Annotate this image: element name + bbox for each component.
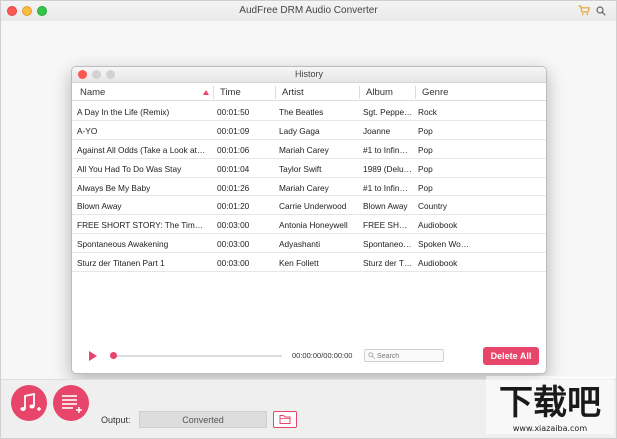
cell-name: Spontaneous Awakening <box>77 239 169 250</box>
music-note-plus-icon <box>20 392 41 411</box>
cell-genre: Spoken Wo… <box>418 239 470 250</box>
cart-icon[interactable] <box>578 5 590 16</box>
table-row[interactable]: A-YO 00:01:09 Lady Gaga Joanne Pop <box>72 121 546 140</box>
cell-genre: Pop <box>418 125 433 136</box>
cell-genre: Pop <box>418 182 433 193</box>
column-header-artist[interactable]: Artist <box>282 87 304 98</box>
title-bar: AudFree DRM Audio Converter <box>1 1 616 21</box>
cell-album: Spontaneo… <box>363 239 412 250</box>
cell-artist: Antonia Honeywell <box>279 220 348 231</box>
cell-artist: The Beatles <box>279 107 324 117</box>
cell-name: Always Be My Baby <box>77 182 151 193</box>
cell-name: A-YO <box>77 125 98 136</box>
cell-genre: Pop <box>418 144 433 155</box>
time-readout: 00:00:00/00:00:00 <box>292 351 353 360</box>
cell-artist: Carrie Underwood <box>279 201 347 212</box>
player-bar: 00:00:00/00:00:00 Delete All <box>72 339 546 373</box>
folder-icon <box>279 415 291 424</box>
table-row[interactable]: Sturz der Titanen Part 1 00:03:00 Ken Fo… <box>72 253 546 273</box>
cell-name: Sturz der Titanen Part 1 <box>77 258 165 269</box>
search-icon <box>368 352 375 359</box>
cell-artist: Mariah Carey <box>279 182 329 193</box>
table-row[interactable]: All You Had To Do Was Stay 00:01:04 Tayl… <box>72 159 546 178</box>
cell-time: 00:03:00 <box>217 220 250 231</box>
table-row[interactable]: A Day In the Life (Remix) 00:01:50 The B… <box>72 102 546 121</box>
play-button[interactable] <box>89 351 97 361</box>
cell-time: 00:03:00 <box>217 239 250 250</box>
cell-artist: Ken Follett <box>279 258 319 269</box>
cell-genre: Audiobook <box>418 258 458 269</box>
cell-genre: Audiobook <box>418 220 458 231</box>
history-title-bar: History <box>72 67 546 83</box>
add-music-button[interactable] <box>11 385 47 421</box>
column-header-time[interactable]: Time <box>220 87 241 98</box>
svg-text:www.xiazaiba.com: www.xiazaiba.com <box>513 424 587 433</box>
cell-time: 00:03:00 <box>217 258 250 269</box>
cell-artist: Mariah Carey <box>279 144 329 155</box>
progress-knob[interactable] <box>110 352 117 359</box>
cell-album: Blown Away <box>363 201 408 212</box>
svg-text:下载吧: 下载吧 <box>499 383 601 423</box>
cell-genre: Country <box>418 201 448 212</box>
add-playlist-button[interactable] <box>53 385 89 421</box>
history-table-body: A Day In the Life (Remix) 00:01:50 The B… <box>72 102 546 273</box>
cell-name: FREE SHORT STORY: The Time B… <box>77 220 207 231</box>
list-plus-icon <box>62 395 82 413</box>
table-header: Name Time Artist Album Genre <box>72 84 546 101</box>
search-icon[interactable] <box>596 6 606 16</box>
cell-name: A Day In the Life (Remix) <box>77 107 170 117</box>
cell-artist: Taylor Swift <box>279 163 322 174</box>
column-header-name[interactable]: Name <box>80 87 105 98</box>
cell-album: Joanne <box>363 125 391 136</box>
table-row[interactable]: Against All Odds (Take a Look at … 00:01… <box>72 140 546 159</box>
cell-time: 00:01:26 <box>217 182 250 193</box>
cell-artist: Lady Gaga <box>279 125 320 136</box>
table-row[interactable]: Blown Away 00:01:20 Carrie Underwood Blo… <box>72 196 546 216</box>
cell-album: Sturz der T… <box>363 258 413 269</box>
history-title: History <box>294 69 323 79</box>
cell-album: FREE SHO… <box>363 220 413 231</box>
watermark-logo: 下载吧 www.xiazaiba.com <box>486 376 614 434</box>
cell-time: 00:01:09 <box>217 125 250 136</box>
history-dialog: History Name Time Artist Album Genre A D… <box>71 66 547 374</box>
column-header-album[interactable]: Album <box>366 87 393 98</box>
cell-genre: Rock <box>418 107 437 117</box>
cell-album: #1 to Infin… <box>363 182 408 193</box>
cell-time: 00:01:20 <box>217 201 250 212</box>
cell-name: All You Had To Do Was Stay <box>77 163 182 174</box>
cell-time: 00:01:04 <box>217 163 250 174</box>
cell-name: Blown Away <box>77 201 122 212</box>
cell-time: 00:01:50 <box>217 107 250 117</box>
cell-genre: Pop <box>418 163 433 174</box>
delete-all-button[interactable]: Delete All <box>483 347 539 365</box>
progress-track[interactable] <box>112 355 282 357</box>
column-header-genre[interactable]: Genre <box>422 87 448 98</box>
main-window: AudFree DRM Audio Converter History Name… <box>0 0 617 439</box>
cell-artist: Adyashanti <box>279 239 321 250</box>
history-search-input[interactable] <box>364 349 444 362</box>
column-divider[interactable] <box>213 86 214 99</box>
column-divider[interactable] <box>275 86 276 99</box>
cell-album: 1989 (Delu… <box>363 163 412 174</box>
table-row[interactable]: Always Be My Baby 00:01:26 Mariah Carey … <box>72 178 546 197</box>
output-path-field[interactable]: Converted <box>139 411 267 428</box>
cell-name: Against All Odds (Take a Look at … <box>77 144 207 155</box>
sort-ascending-icon[interactable] <box>203 90 209 95</box>
table-row[interactable]: Spontaneous Awakening 00:03:00 Adyashant… <box>72 234 546 254</box>
column-divider[interactable] <box>359 86 360 99</box>
table-row[interactable]: FREE SHORT STORY: The Time B… 00:03:00 A… <box>72 215 546 235</box>
cell-time: 00:01:06 <box>217 144 250 155</box>
open-folder-button[interactable] <box>273 411 297 428</box>
column-divider[interactable] <box>415 86 416 99</box>
cell-album: Sgt. Peppe… <box>363 107 413 117</box>
app-title: AudFree DRM Audio Converter <box>239 5 378 16</box>
output-label: Output: <box>101 415 131 425</box>
cell-album: #1 to Infin… <box>363 144 408 155</box>
